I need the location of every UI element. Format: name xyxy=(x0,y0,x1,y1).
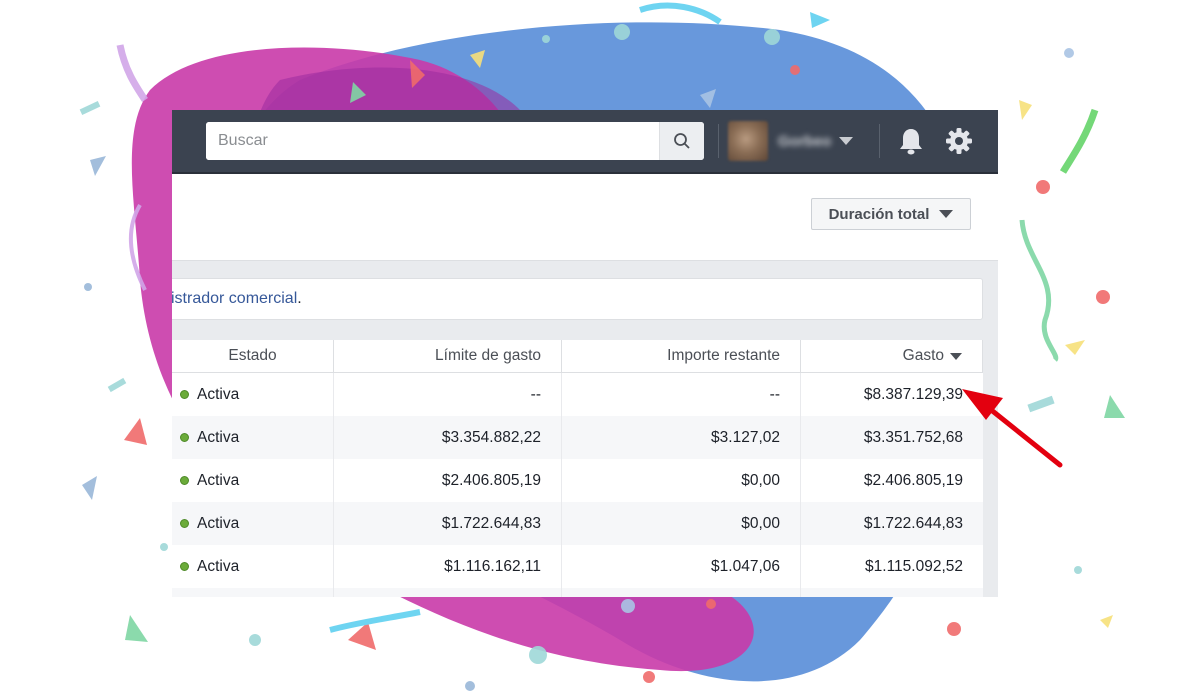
table-row[interactable]: Activa $1.722.644,83 $0,00 $1.722.644,83 xyxy=(172,502,983,545)
column-header-status[interactable]: Estado xyxy=(172,340,334,372)
table-row[interactable] xyxy=(172,588,983,597)
remaining-cell: $1.047,06 xyxy=(562,545,801,588)
profile-menu[interactable]: Gorbeo xyxy=(728,120,854,162)
gear-icon xyxy=(946,128,972,154)
spend-cell: $2.406.805,19 xyxy=(863,471,963,489)
remaining-cell: -- xyxy=(562,373,801,416)
status-dot-icon xyxy=(180,476,189,485)
notice-banner: istrador comercial. xyxy=(172,278,983,320)
divider xyxy=(718,124,719,158)
status-cell: Activa xyxy=(172,545,334,588)
status-cell: Activa xyxy=(172,373,334,416)
status-text: Activa xyxy=(197,385,240,403)
status-cell: Activa xyxy=(172,416,334,459)
spend-limit-cell: -- xyxy=(334,373,562,416)
status-dot-icon xyxy=(180,390,189,399)
status-cell: Activa xyxy=(172,502,334,545)
chevron-down-icon xyxy=(939,210,954,218)
spend-limit-cell: $2.406.805,19 xyxy=(334,459,562,502)
column-header-remaining[interactable]: Importe restante xyxy=(562,340,801,372)
top-navigation-bar: Gorbeo xyxy=(172,110,998,174)
search-icon xyxy=(674,133,690,149)
table-header: Estado Límite de gasto Importe restante … xyxy=(172,340,983,373)
table-row[interactable]: Activa $1.116.162,11 $1.047,06 $1.115.09… xyxy=(172,545,983,588)
status-dot-icon xyxy=(180,562,189,571)
status-text: Activa xyxy=(197,471,240,489)
notice-punctuation: . xyxy=(297,290,302,307)
status-cell xyxy=(172,588,334,597)
remaining-cell: $3.127,02 xyxy=(562,416,801,459)
content-panel: istrador comercial. Estado Límite de gas… xyxy=(172,261,998,597)
ad-accounts-table: Estado Límite de gasto Importe restante … xyxy=(172,340,983,597)
bell-icon xyxy=(900,129,922,155)
report-toolbar: Duración total xyxy=(172,174,998,261)
column-header-spend[interactable]: Gasto xyxy=(801,340,983,372)
status-dot-icon xyxy=(180,519,189,528)
spend-cell xyxy=(801,588,983,597)
spend-limit-cell xyxy=(334,588,562,597)
search-box xyxy=(206,122,704,160)
username: Gorbeo xyxy=(778,132,832,150)
remaining-cell: $0,00 xyxy=(562,502,801,545)
notifications-button[interactable] xyxy=(896,126,926,156)
column-header-spend-label: Gasto xyxy=(902,347,944,364)
search-input[interactable] xyxy=(206,122,659,160)
avatar xyxy=(728,121,768,161)
spend-cell: $1.722.644,83 xyxy=(863,514,963,532)
sort-descending-icon xyxy=(950,352,962,360)
spend-limit-cell: $3.354.882,22 xyxy=(334,416,562,459)
spend-cell: $1.115.092,52 xyxy=(865,557,963,575)
spend-limit-cell: $1.116.162,11 xyxy=(334,545,562,588)
date-range-label: Duración total xyxy=(828,205,930,223)
chevron-down-icon xyxy=(839,137,854,145)
status-text: Activa xyxy=(197,557,240,575)
remaining-cell: $0,00 xyxy=(562,459,801,502)
table-row[interactable]: Activa $2.406.805,19 $0,00 $2.406.805,19 xyxy=(172,459,983,502)
business-manager-link[interactable]: istrador comercial xyxy=(172,290,297,307)
status-text: Activa xyxy=(197,428,240,446)
search-button[interactable] xyxy=(659,122,704,160)
column-header-spend-limit[interactable]: Límite de gasto xyxy=(334,340,562,372)
status-text: Activa xyxy=(197,514,240,532)
settings-button[interactable] xyxy=(944,126,974,156)
remaining-cell xyxy=(562,588,801,597)
table-row[interactable]: Activa -- -- $8.387.129,39 xyxy=(172,373,983,416)
status-dot-icon xyxy=(180,433,189,442)
spend-cell: $3.351.752,68 xyxy=(863,428,963,446)
status-cell: Activa xyxy=(172,459,334,502)
divider xyxy=(879,124,880,158)
date-range-dropdown[interactable]: Duración total xyxy=(811,198,971,230)
ads-manager-screenshot: Gorbeo xyxy=(172,110,998,597)
spend-cell: $8.387.129,39 xyxy=(863,385,963,403)
table-row[interactable]: Activa $3.354.882,22 $3.127,02 $3.351.75… xyxy=(172,416,983,459)
spend-limit-cell: $1.722.644,83 xyxy=(334,502,562,545)
